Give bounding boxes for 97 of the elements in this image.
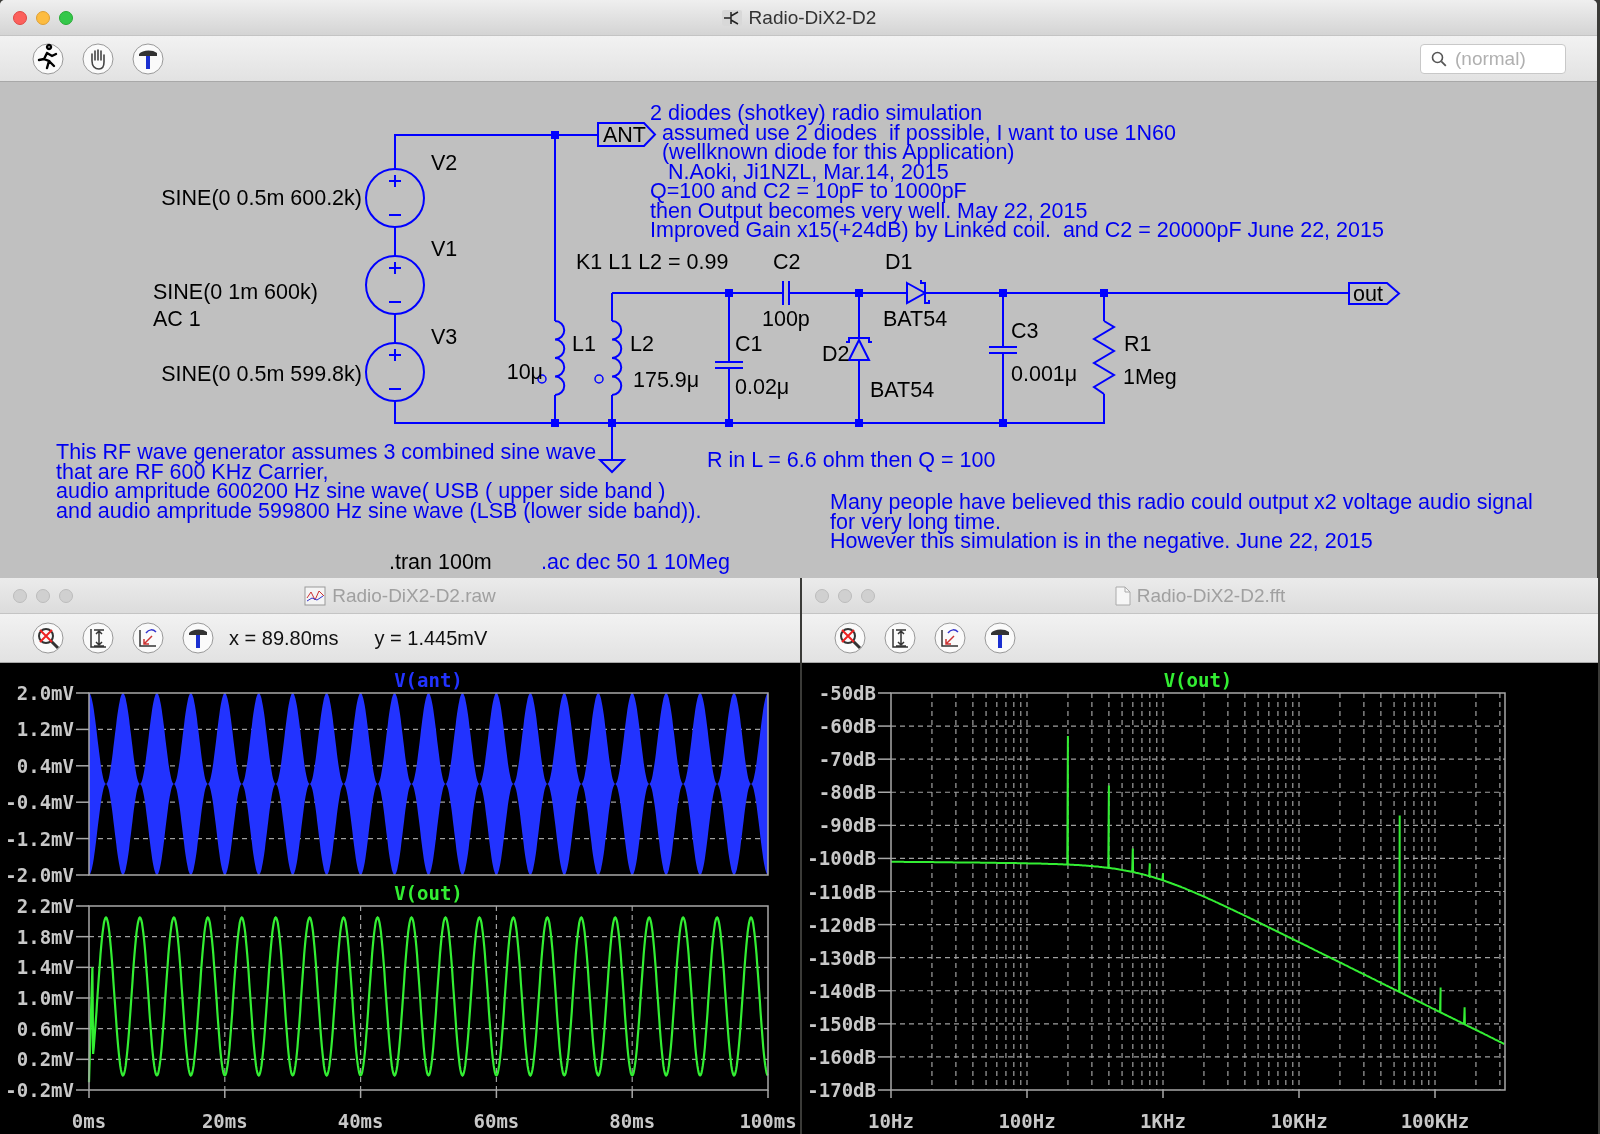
- component-value: 100p: [762, 307, 810, 331]
- hammer-icon[interactable]: [132, 42, 164, 75]
- capacitor-symbol: [714, 361, 744, 369]
- bracket-arrows-icon[interactable]: [884, 622, 916, 654]
- axis-label: 2.0mV: [16, 682, 74, 704]
- axis-label: -90dB: [818, 814, 876, 837]
- axis-label: -60dB: [818, 715, 876, 738]
- axis-label: -160dB: [807, 1045, 876, 1068]
- component-name: L1: [572, 332, 596, 356]
- waveform-file-icon: [304, 585, 327, 606]
- component-name: D2: [822, 342, 850, 366]
- comment-text: Many people have believed this radio could output x2 voltage audio signal for very long time. However this simulation is in the negative. June 22, 2015: [830, 490, 1533, 553]
- window-title: Radio-DiX2-D2.fft: [1136, 584, 1286, 607]
- component-value: 0.001μ: [1011, 362, 1078, 386]
- component-name: V2: [431, 151, 458, 175]
- component-value: 1Meg: [1123, 365, 1177, 389]
- axis-label: 0ms: [71, 1110, 107, 1132]
- voltage-source-symbol: [365, 255, 425, 315]
- circuit-symbol-icon: [720, 8, 743, 27]
- net-label: out: [1348, 282, 1401, 306]
- axis-label: 100Hz: [998, 1110, 1056, 1132]
- net-label: ANT: [597, 122, 657, 147]
- component-value: BAT54: [883, 307, 948, 331]
- axis-label: 20ms: [201, 1110, 248, 1132]
- comment-text: R in L = 6.6 ohm then Q = 100: [707, 448, 996, 472]
- component-value: 0.02μ: [735, 375, 790, 399]
- search-icon: [1431, 50, 1447, 67]
- voltage-source-symbol: [365, 342, 425, 402]
- axis-label: -150dB: [807, 1012, 876, 1035]
- crossed-magnifier-icon[interactable]: [834, 622, 866, 654]
- axis-label: -170dB: [807, 1079, 876, 1101]
- close-button[interactable]: [13, 10, 27, 25]
- trace-label: V(ant): [394, 669, 463, 691]
- axis-label: 1.8mV: [16, 925, 74, 948]
- axis-label: 1.2mV: [16, 718, 74, 741]
- search-field[interactable]: (normal): [1420, 43, 1566, 74]
- trace-label: V(out): [1163, 669, 1233, 691]
- spice-directive: .tran 100m: [389, 550, 492, 574]
- component-value: SINE(0 0.5m 599.8k): [161, 362, 362, 386]
- axis-label: -130dB: [807, 946, 876, 969]
- axis-label: -70dB: [818, 748, 876, 771]
- axis-label: -120dB: [807, 913, 876, 936]
- capacitor-symbol: [988, 346, 1018, 354]
- component-value: AC 1: [153, 307, 201, 331]
- window-title: Radio-DiX2-D2: [748, 6, 877, 29]
- axis-label: 40ms: [337, 1110, 384, 1132]
- axis-label: 80ms: [609, 1110, 656, 1132]
- axis-label: 100ms: [739, 1110, 797, 1132]
- component-name: C3: [1011, 319, 1039, 343]
- document-icon: [1114, 585, 1131, 606]
- axis-label: 1.0mV: [16, 987, 74, 1009]
- axis-label: 1.4mV: [16, 956, 74, 979]
- component-name: D1: [885, 250, 913, 274]
- component-value: BAT54: [870, 378, 935, 402]
- axis-label: -100dB: [807, 847, 876, 870]
- hammer-icon[interactable]: [984, 622, 1016, 654]
- axis-label: -110dB: [807, 880, 876, 903]
- voltage-source-symbol: [365, 168, 425, 228]
- axis-label: -1.2mV: [5, 827, 74, 850]
- trace-label: V(out): [394, 882, 463, 904]
- axis-label: -2.0mV: [5, 864, 74, 886]
- bracket-arrows-icon[interactable]: [82, 622, 114, 654]
- axis-label: -0.2mV: [5, 1079, 74, 1101]
- component-value: 175.9μ: [633, 368, 700, 392]
- cursor-y-readout: y = 1.445mV: [374, 626, 488, 650]
- component-name: C1: [735, 332, 763, 356]
- spice-directive: K1 L1 L2 = 0.99: [576, 250, 729, 274]
- axis-label: 0.6mV: [16, 1017, 74, 1040]
- comment-text: .ac dec 50 1 10Meg: [541, 550, 730, 574]
- axis-label: 1KHz: [1140, 1110, 1186, 1132]
- component-value: 10μ: [506, 360, 543, 384]
- component-name: R1: [1124, 332, 1152, 356]
- hammer-icon[interactable]: [182, 622, 214, 654]
- axis-label: 0.4mV: [16, 754, 74, 777]
- axis-label: -50dB: [818, 682, 876, 704]
- axis-label: 100KHz: [1400, 1110, 1470, 1132]
- diode-symbol: [906, 279, 930, 304]
- axis-label: 2.2mV: [16, 895, 74, 917]
- component-value: SINE(0 1m 600k): [153, 280, 318, 304]
- component-name: C2: [773, 250, 801, 274]
- component-value: SINE(0 0.5m 600.2k): [161, 186, 362, 210]
- hand-icon[interactable]: [82, 42, 114, 75]
- running-figure-icon[interactable]: [32, 42, 64, 75]
- axis-label: 0.2mV: [16, 1048, 74, 1071]
- crossed-magnifier-icon[interactable]: [32, 622, 64, 654]
- cursor-x-readout: x = 89.80ms: [229, 626, 339, 650]
- axis-label: 10Hz: [868, 1110, 914, 1132]
- component-name: V3: [431, 325, 458, 349]
- component-name: L2: [630, 332, 654, 356]
- component-name: V1: [431, 237, 458, 261]
- axis-label: 60ms: [473, 1110, 520, 1132]
- capacitor-symbol: [782, 280, 790, 306]
- window-title: Radio-DiX2-D2.raw: [332, 584, 496, 607]
- axis-label: -0.4mV: [5, 791, 74, 814]
- axis-label: -80dB: [818, 781, 876, 804]
- axis-label: 10KHz: [1270, 1110, 1328, 1132]
- axis-label: -140dB: [807, 979, 876, 1002]
